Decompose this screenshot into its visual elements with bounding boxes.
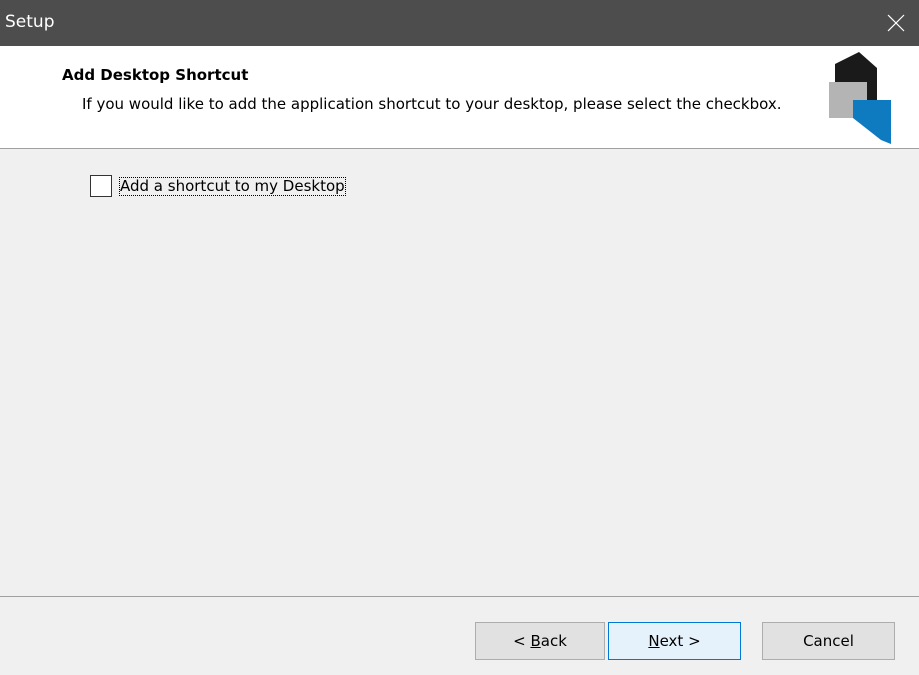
desktop-shortcut-label[interactable]: Add a shortcut to my Desktop	[119, 176, 346, 196]
page-description: If you would like to add the application…	[82, 95, 782, 113]
footer-divider	[0, 596, 919, 597]
page-title: Add Desktop Shortcut	[62, 66, 249, 84]
back-button[interactable]: < Back	[475, 622, 605, 660]
desktop-shortcut-checkbox[interactable]	[90, 175, 112, 197]
next-button[interactable]: Next >	[608, 622, 741, 660]
cancel-button-label: Cancel	[803, 632, 854, 650]
cancel-button[interactable]: Cancel	[762, 622, 895, 660]
close-icon	[887, 14, 905, 32]
close-button[interactable]	[873, 0, 919, 46]
title-bar[interactable]: Setup	[0, 0, 919, 46]
logo-blue-shape	[853, 100, 891, 144]
setup-logo-icon	[829, 52, 891, 144]
next-button-label: Next >	[648, 632, 701, 650]
desktop-shortcut-checkbox-row[interactable]: Add a shortcut to my Desktop	[90, 175, 346, 197]
back-button-label: < Back	[513, 632, 567, 650]
header-divider	[0, 148, 919, 149]
setup-window: Setup Add Desktop Shortcut If you would …	[0, 0, 919, 675]
window-title: Setup	[5, 12, 55, 32]
